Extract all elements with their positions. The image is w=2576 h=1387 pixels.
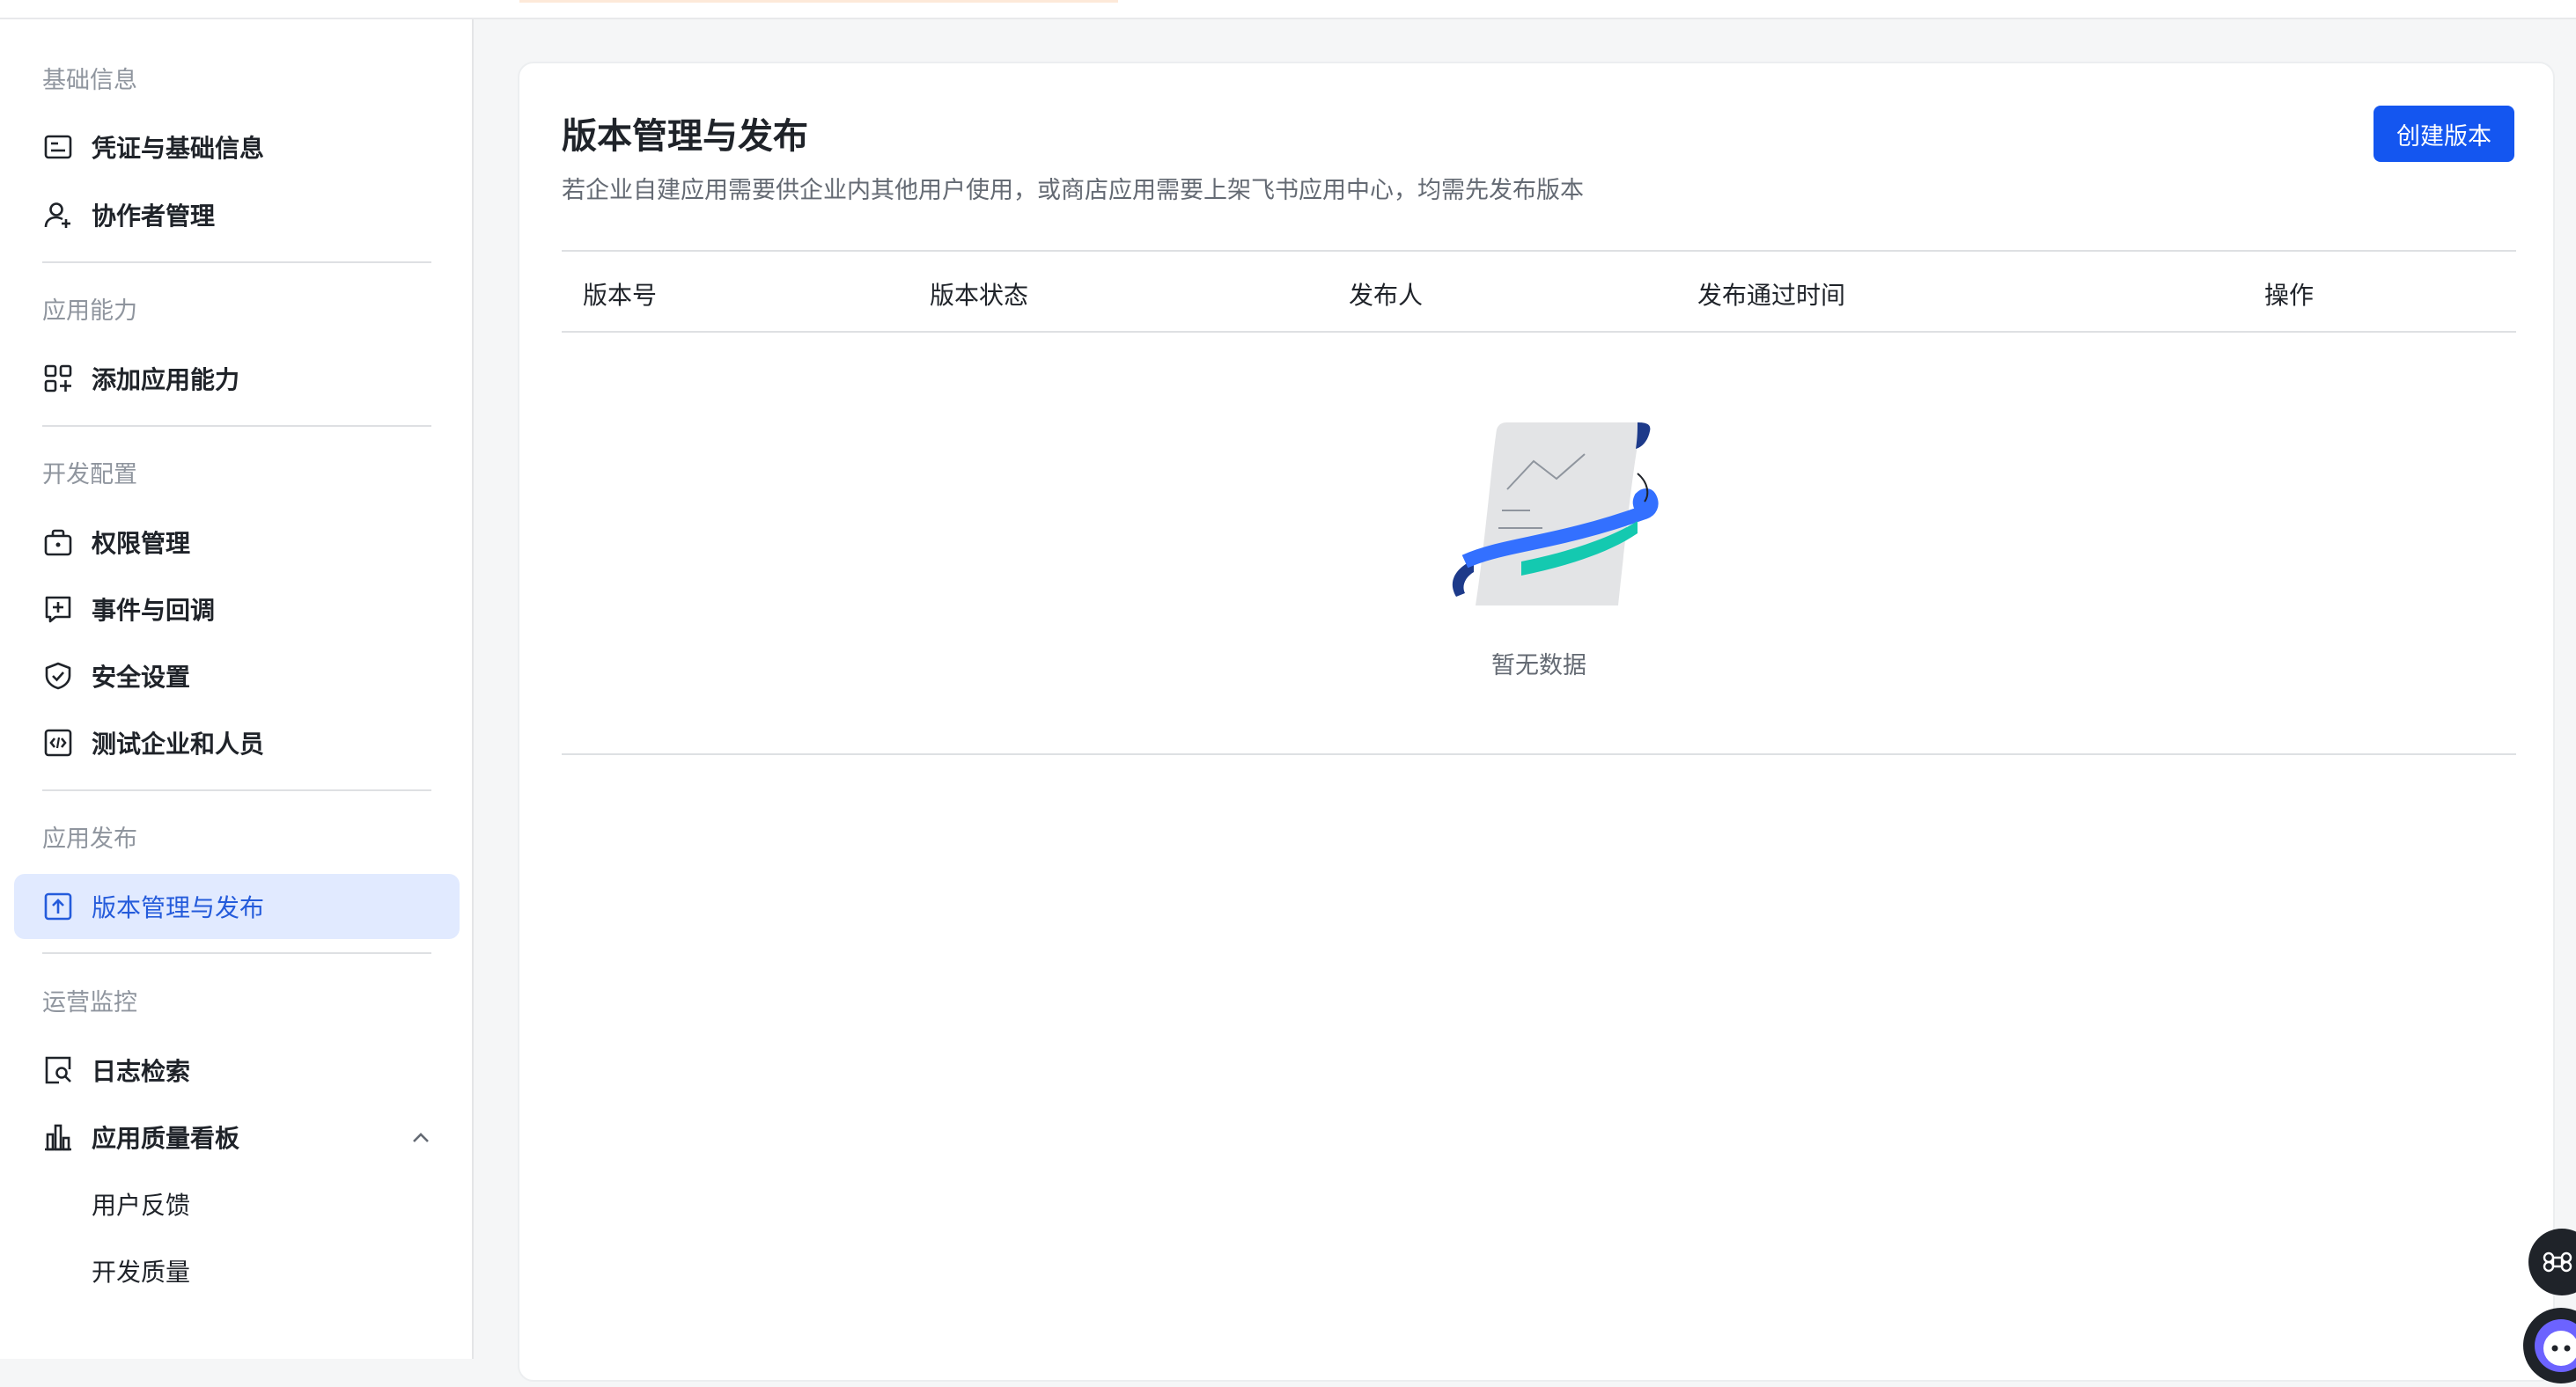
sidebar-item-label: 用户反馈 [92,1191,191,1220]
sidebar-item-user-feedback[interactable]: 用户反馈 [14,1171,460,1237]
user-add-icon [42,199,74,231]
sidebar-item-label: 事件与回调 [92,596,216,625]
column-header-status: 版本状态 [930,281,1029,310]
group-title-basic-info: 基础信息 [42,67,137,94]
sidebar-item-label: 日志检索 [92,1057,191,1086]
column-header-version: 版本号 [583,281,658,310]
group-title-app-release: 应用发布 [42,826,137,853]
top-bar-accent [519,0,1118,3]
group-title-dev-config: 开发配置 [42,461,137,488]
sidebar-item-dev-quality[interactable]: 开发质量 [14,1238,460,1303]
sidebar-divider [42,789,431,791]
code-test-icon [42,727,74,759]
sidebar-divider [42,952,431,954]
sidebar-item-version-release[interactable]: 版本管理与发布 [14,874,460,939]
sidebar-item-test-tenants[interactable]: 测试企业和人员 [14,710,460,775]
column-header-approved-time: 发布通过时间 [1697,281,1846,310]
table-empty-state: 暂无数据 [562,333,2516,755]
sidebar-item-log-search[interactable]: 日志检索 [14,1038,460,1103]
bar-chart-icon [42,1121,74,1153]
sidebar-divider [42,425,431,427]
page-title: 版本管理与发布 [562,116,808,157]
sidebar-item-events-callbacks[interactable]: 事件与回调 [14,576,460,642]
sidebar-item-add-capability[interactable]: 添加应用能力 [14,346,460,411]
version-table: 版本号 版本状态 发布人 发布通过时间 操作 暂无数据 [562,250,2516,755]
sidebar-item-security[interactable]: 安全设置 [14,643,460,708]
empty-state-text: 暂无数据 [1491,652,1586,679]
page-description: 若企业自建应用需要供企业内其他用户使用，或商店应用需要上架飞书应用中心，均需先发… [562,177,1584,204]
sidebar-item-label: 协作者管理 [92,202,216,231]
shield-icon [42,660,74,692]
app-add-icon [42,363,74,394]
sidebar-item-label: 添加应用能力 [92,365,240,394]
log-search-icon [42,1054,74,1086]
sidebar-item-permissions[interactable]: 权限管理 [14,510,460,575]
sidebar-item-label: 测试企业和人员 [92,730,265,759]
main-card: 版本管理与发布 若企业自建应用需要供企业内其他用户使用，或商店应用需要上架飞书应… [518,62,2555,1382]
create-version-button[interactable]: 创建版本 [2374,106,2514,162]
column-header-publisher: 发布人 [1349,281,1424,310]
upload-version-icon [42,891,74,922]
group-title-app-capability: 应用能力 [42,297,137,325]
credential-card-icon [42,131,74,163]
sidebar-item-collaborators[interactable]: 协作者管理 [14,182,460,247]
empty-document-icon [1452,422,1659,605]
table-header: 版本号 版本状态 发布人 发布通过时间 操作 [562,250,2516,333]
sidebar-divider [42,261,431,263]
robot-assistant-icon [2535,1319,2576,1372]
sidebar-item-label: 开发质量 [92,1258,191,1287]
column-header-actions: 操作 [2264,281,2315,310]
top-bar [0,0,2576,19]
sidebar-item-credentials[interactable]: 凭证与基础信息 [14,114,460,180]
sidebar: 基础信息 凭证与基础信息 协作者管理 应用能力 添加应用能力 开发配置 权限管理… [0,19,474,1359]
assistant-avatar-button[interactable] [2523,1308,2576,1383]
group-title-monitoring: 运营监控 [42,989,137,1016]
sidebar-item-label: 权限管理 [92,529,191,558]
sidebar-item-label: 安全设置 [92,663,191,692]
command-icon [2543,1251,2572,1273]
sidebar-item-label: 应用质量看板 [92,1124,240,1153]
sidebar-item-label: 凭证与基础信息 [92,134,265,163]
chevron-up-icon[interactable] [408,1126,433,1150]
event-callback-icon [42,593,74,625]
sidebar-item-quality-dashboard[interactable]: 应用质量看板 [14,1104,460,1170]
sidebar-item-label: 版本管理与发布 [92,893,265,922]
permission-icon [42,526,74,558]
